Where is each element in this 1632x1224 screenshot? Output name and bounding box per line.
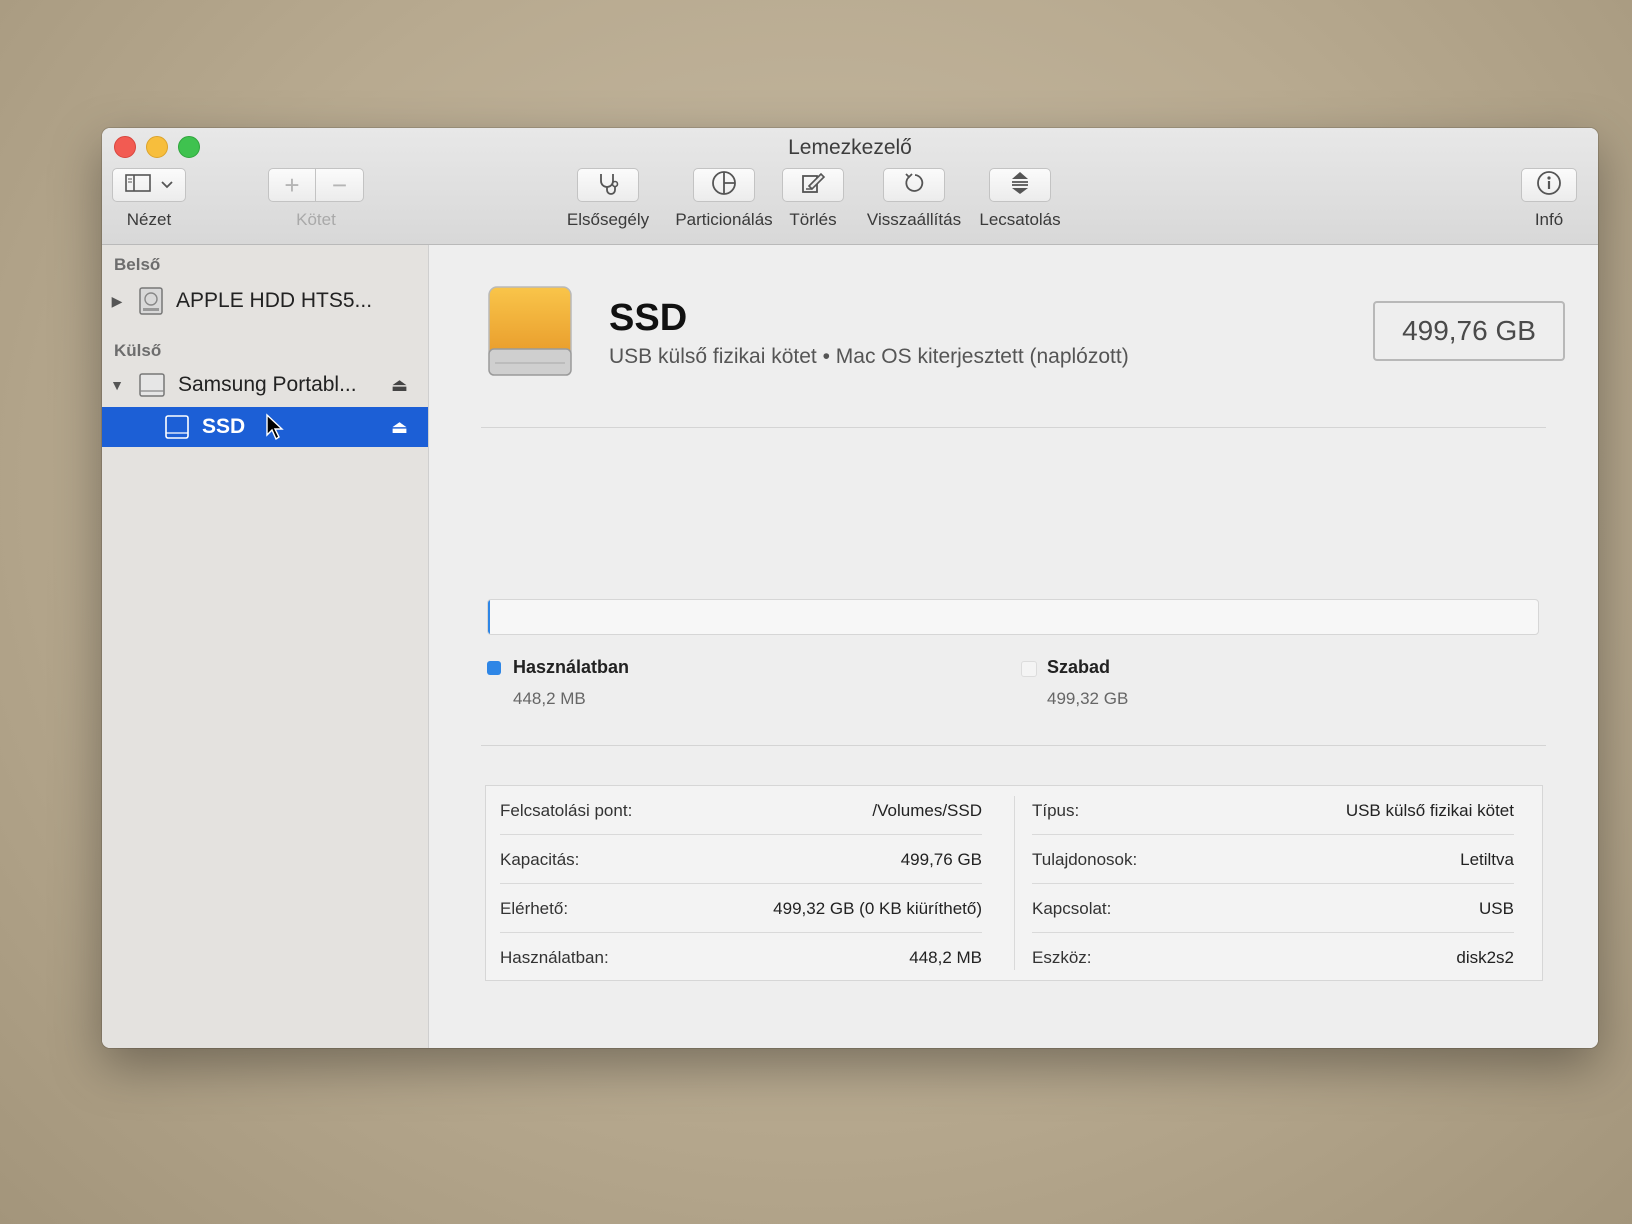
info-value: Letiltva — [1460, 849, 1514, 869]
volume-icon — [164, 413, 190, 441]
sidebar-icon — [125, 173, 151, 197]
view-label: Nézet — [126, 210, 172, 229]
first-aid-control[interactable]: Elsősegély — [560, 168, 656, 230]
volume-description: USB külső fizikai kötet • Mac OS kiterje… — [609, 345, 1129, 368]
info-value: USB — [1479, 898, 1514, 918]
legend-free-value: 499,32 GB — [1047, 689, 1129, 708]
legend-used-title: Használatban — [513, 657, 630, 677]
mouse-cursor-icon — [265, 413, 285, 441]
info-label: Kapacitás: — [500, 849, 580, 869]
legend-free-title: Szabad — [1047, 657, 1111, 677]
stethoscope-icon — [595, 171, 621, 200]
info-value: USB külső fizikai kötet — [1345, 800, 1514, 820]
eraser-icon — [800, 171, 826, 200]
minus-icon: − — [331, 169, 348, 200]
info-value: 499,32 GB (0 KB kiüríthető) — [773, 898, 982, 918]
used-swatch — [487, 661, 501, 675]
sidebar-header-external: Külső — [114, 341, 162, 360]
unmount-control[interactable]: Lecsatolás — [970, 168, 1070, 230]
column-divider — [1014, 796, 1015, 970]
volume-name: SSD — [609, 297, 688, 339]
usage-bar — [487, 599, 1539, 635]
info-row-used: Használatban: 448,2 MB — [486, 933, 996, 982]
info-label: Tulajdonosok: — [1032, 849, 1138, 869]
info-row-connection: Kapcsolat: USB — [1018, 884, 1528, 933]
first-aid-label: Elsősegély — [566, 210, 650, 229]
sidebar-header-internal: Belső — [114, 255, 161, 274]
unmount-button[interactable] — [989, 168, 1051, 202]
info-icon — [1536, 170, 1562, 201]
info-label: Felcsatolási pont: — [500, 800, 633, 820]
info-label: Típus: — [1032, 800, 1080, 820]
sidebar-item-label: APPLE HDD HTS5... — [176, 289, 373, 312]
first-aid-button[interactable] — [577, 168, 639, 202]
info-label: Elérhető: — [500, 898, 569, 918]
info-value: disk2s2 — [1456, 947, 1514, 967]
info-column-left: Felcsatolási pont: /Volumes/SSD Kapacitá… — [486, 786, 996, 982]
info-row-available: Elérhető: 499,32 GB (0 KB kiüríthető) — [486, 884, 996, 933]
erase-button[interactable] — [782, 168, 844, 202]
volume-label: Kötet — [296, 210, 336, 229]
view-button[interactable] — [112, 168, 186, 202]
add-volume-button[interactable]: + — [268, 168, 316, 202]
restore-control[interactable]: Visszaállítás — [854, 168, 974, 230]
sidebar-item-internal-disk[interactable]: ▶ APPLE HDD HTS5... — [102, 281, 428, 321]
eject-icon[interactable]: ⏏ — [391, 375, 408, 396]
info-value: 448,2 MB — [909, 947, 982, 967]
remove-volume-button[interactable]: − — [316, 168, 364, 202]
view-control[interactable]: Nézet — [110, 168, 188, 230]
sidebar-item-external-disk[interactable]: ▼ Samsung Portabl... ⏏ — [102, 365, 428, 405]
info-row-mount-point: Felcsatolási pont: /Volumes/SSD — [486, 786, 996, 835]
volume-control: + − Kötet — [268, 168, 364, 230]
sidebar-item-ssd[interactable]: SSD ⏏ — [102, 407, 428, 447]
info-row-device: Eszköz: disk2s2 — [1018, 933, 1528, 982]
free-swatch — [1021, 661, 1037, 677]
hard-disk-icon — [138, 286, 164, 316]
restore-button[interactable] — [883, 168, 945, 202]
restore-icon — [902, 171, 926, 200]
sidebar-item-label: SSD — [202, 415, 246, 438]
erase-control[interactable]: Törlés — [778, 168, 848, 230]
partition-control[interactable]: Particionálás — [664, 168, 784, 230]
legend-used-value: 448,2 MB — [513, 689, 586, 708]
info-value: 499,76 GB — [900, 849, 982, 869]
external-disk-icon — [138, 371, 166, 399]
restore-label: Visszaállítás — [866, 210, 962, 229]
info-label: Eszköz: — [1032, 947, 1092, 967]
divider — [481, 427, 1546, 428]
plus-icon: + — [284, 169, 300, 200]
partition-button[interactable] — [693, 168, 755, 202]
info-label: Használatban: — [500, 947, 609, 967]
info-label: Infó — [1534, 210, 1564, 229]
pie-chart-icon — [711, 170, 737, 201]
unmount-label: Lecsatolás — [979, 210, 1061, 229]
info-row-type: Típus: USB külső fizikai kötet — [1018, 786, 1528, 835]
volume-detail-pane: SSD USB külső fizikai kötet • Mac OS kit… — [429, 245, 1598, 1048]
sidebar: Belső ▶ APPLE HDD HTS5... Külső ▼ Samsun… — [102, 245, 429, 1048]
capacity-badge: 499,76 GB — [1373, 301, 1565, 361]
external-drive-icon — [485, 283, 575, 388]
info-control[interactable]: Infó — [1514, 168, 1584, 230]
volume-info-table: Felcsatolási pont: /Volumes/SSD Kapacitá… — [485, 785, 1543, 981]
info-button[interactable] — [1521, 168, 1577, 202]
usage-bar-used-fill — [488, 600, 490, 634]
eject-icon[interactable]: ⏏ — [391, 417, 408, 438]
chevron-down-icon — [161, 176, 173, 194]
info-column-right: Típus: USB külső fizikai kötet Tulajdono… — [1018, 786, 1528, 982]
info-value: /Volumes/SSD — [872, 800, 982, 820]
info-row-owners: Tulajdonosok: Letiltva — [1018, 835, 1528, 884]
divider — [481, 745, 1546, 746]
partition-label: Particionálás — [675, 210, 773, 229]
erase-label: Törlés — [789, 210, 837, 229]
disk-utility-window: Lemezkezelő Nézet + − Kötet Elsősegély P… — [102, 128, 1598, 1048]
info-row-capacity: Kapacitás: 499,76 GB — [486, 835, 996, 884]
toolbar: Lemezkezelő Nézet + − Kötet Elsősegély P… — [102, 128, 1598, 245]
disclosure-expanded-icon[interactable]: ▼ — [108, 377, 126, 393]
unmount-icon — [1010, 170, 1030, 201]
info-label: Kapcsolat: — [1032, 898, 1112, 918]
window-title: Lemezkezelő — [788, 136, 912, 159]
sidebar-item-label: Samsung Portabl... — [178, 373, 357, 396]
disclosure-collapsed-icon[interactable]: ▶ — [108, 293, 126, 310]
